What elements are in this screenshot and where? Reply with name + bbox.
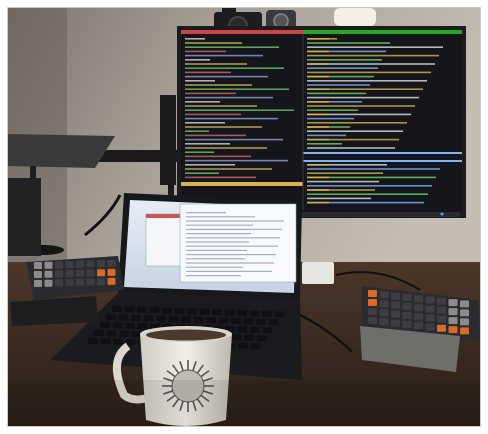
- desk-photo: [7, 7, 481, 427]
- left-device: [7, 178, 41, 256]
- usb-hub: [302, 262, 334, 284]
- monitor: [177, 26, 466, 218]
